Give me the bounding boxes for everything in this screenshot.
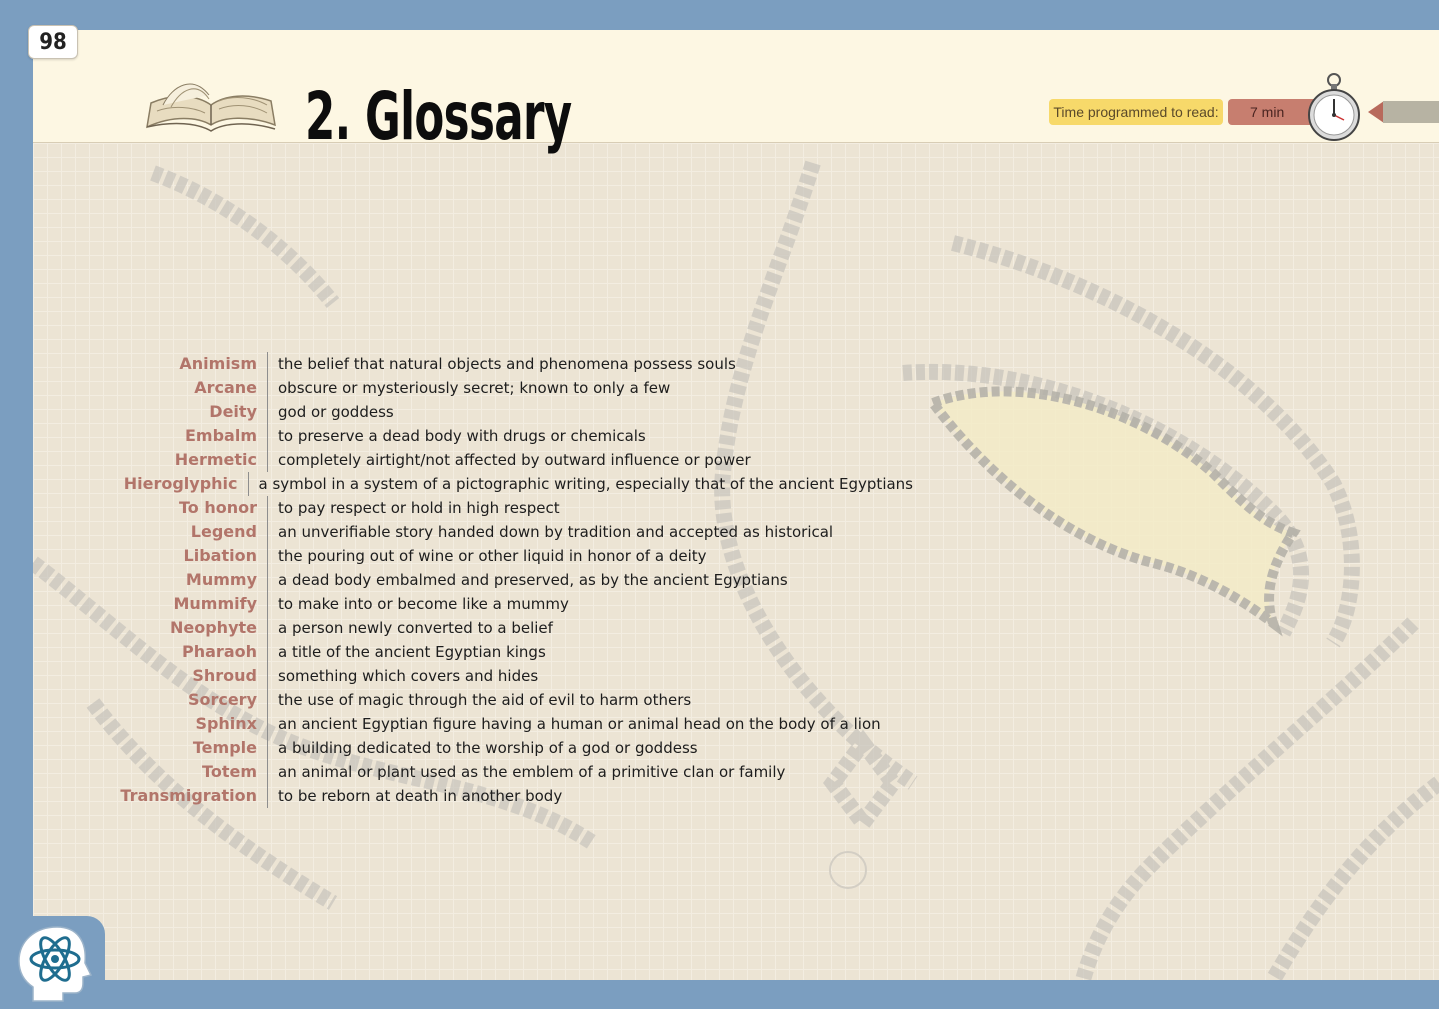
glossary-term: Pharaoh bbox=[93, 640, 268, 664]
glossary-row: Embalm to preserve a dead body with drugs… bbox=[93, 424, 913, 448]
glossary-row: Hieroglyphic a symbol in a system of a pi… bbox=[93, 472, 913, 496]
glossary-row: Shroud something which covers and hides bbox=[93, 664, 913, 688]
glossary-definition: a dead body embalmed and preserved, as b… bbox=[278, 571, 788, 589]
glossary-definition: a symbol in a system of a pictographic w… bbox=[258, 475, 913, 493]
glossary-definition: an animal or plant used as the emblem of… bbox=[278, 763, 786, 781]
arrow-left-icon bbox=[1368, 101, 1384, 123]
glossary-row: Transmigration to be reborn at death in a… bbox=[93, 784, 913, 808]
glossary-row: Arcane obscure or mysteriously secret; kn… bbox=[93, 376, 913, 400]
time-programmed-label: Time programmed to read: bbox=[1049, 99, 1223, 125]
glossary-row: Sorcery the use of magic through the aid … bbox=[93, 688, 913, 712]
glossary-term: Animism bbox=[93, 352, 268, 376]
glossary-definition: the belief that natural objects and phen… bbox=[278, 355, 736, 373]
page-title: 2. Glossary bbox=[305, 78, 572, 155]
glossary-term: Neophyte bbox=[93, 616, 268, 640]
glossary-row: Mummy a dead body embalmed and preserved,… bbox=[93, 568, 913, 592]
glossary-list: Animism the belief that natural objects a… bbox=[93, 352, 913, 808]
glossary-row: Sphinx an ancient Egyptian figure having … bbox=[93, 712, 913, 736]
glossary-term: Arcane bbox=[93, 376, 268, 400]
glossary-definition: god or goddess bbox=[278, 403, 394, 421]
glossary-definition: a building dedicated to the worship of a… bbox=[278, 739, 698, 757]
page: 2. Glossary Time programmed to read: 7 m… bbox=[33, 30, 1439, 980]
glossary-definition: to preserve a dead body with drugs or ch… bbox=[278, 427, 646, 445]
glossary-term: Sphinx bbox=[93, 712, 268, 736]
glossary-row: Neophyte a person newly converted to a be… bbox=[93, 616, 913, 640]
glossary-row: Hermetic completely airtight/not affected… bbox=[93, 448, 913, 472]
glossary-row: Legend an unverifiable story handed down … bbox=[93, 520, 913, 544]
glossary-term: Totem bbox=[93, 760, 268, 784]
glossary-definition: completely airtight/not affected by outw… bbox=[278, 451, 751, 469]
glossary-term: Transmigration bbox=[93, 784, 268, 808]
glossary-definition: a title of the ancient Egyptian kings bbox=[278, 643, 546, 661]
glossary-term: Hermetic bbox=[93, 448, 268, 472]
glossary-term: Mummify bbox=[93, 592, 268, 616]
glossary-definition: an unverifiable story handed down by tra… bbox=[278, 523, 834, 541]
glossary-row: Animism the belief that natural objects a… bbox=[93, 352, 913, 376]
glossary-definition: the pouring out of wine or other liquid … bbox=[278, 547, 707, 565]
glossary-term: Legend bbox=[93, 520, 268, 544]
glossary-row: Totem an animal or plant used as the embl… bbox=[93, 760, 913, 784]
glossary-definition: a person newly converted to a belief bbox=[278, 619, 553, 637]
glossary-definition: an ancient Egyptian figure having a huma… bbox=[278, 715, 881, 733]
glossary-term: Mummy bbox=[93, 568, 268, 592]
glossary-definition: obscure or mysteriously secret; known to… bbox=[278, 379, 671, 397]
glossary-row: Mummify to make into or become like a mum… bbox=[93, 592, 913, 616]
glossary-term: Hieroglyphic bbox=[93, 472, 249, 496]
page-header: 2. Glossary Time programmed to read: 7 m… bbox=[33, 30, 1439, 155]
glossary-term: Embalm bbox=[93, 424, 268, 448]
glossary-definition: the use of magic through the aid of evil… bbox=[278, 691, 692, 709]
glossary-row: Deity god or goddess bbox=[93, 400, 913, 424]
brain-atom-logo bbox=[18, 926, 93, 1002]
glossary-row: Libation the pouring out of wine or other… bbox=[93, 544, 913, 568]
glossary-term: To honor bbox=[93, 496, 268, 520]
reading-progress-bar bbox=[1383, 101, 1439, 123]
glossary-definition: to make into or become like a mummy bbox=[278, 595, 569, 613]
glossary-term: Sorcery bbox=[93, 688, 268, 712]
glossary-term: Shroud bbox=[93, 664, 268, 688]
glossary-row: To honor to pay respect or hold in high r… bbox=[93, 496, 913, 520]
page-number: 98 bbox=[28, 25, 78, 59]
stopwatch-icon bbox=[1308, 73, 1360, 141]
glossary-term: Libation bbox=[93, 544, 268, 568]
glossary-term: Temple bbox=[93, 736, 268, 760]
glossary-row: Pharaoh a title of the ancient Egyptian k… bbox=[93, 640, 913, 664]
glossary-definition: to pay respect or hold in high respect bbox=[278, 499, 560, 517]
glossary-definition: to be reborn at death in another body bbox=[278, 787, 563, 805]
glossary-term: Deity bbox=[93, 400, 268, 424]
book-icon bbox=[146, 83, 276, 132]
glossary-definition: something which covers and hides bbox=[278, 667, 539, 685]
glossary-row: Temple a building dedicated to the worshi… bbox=[93, 736, 913, 760]
